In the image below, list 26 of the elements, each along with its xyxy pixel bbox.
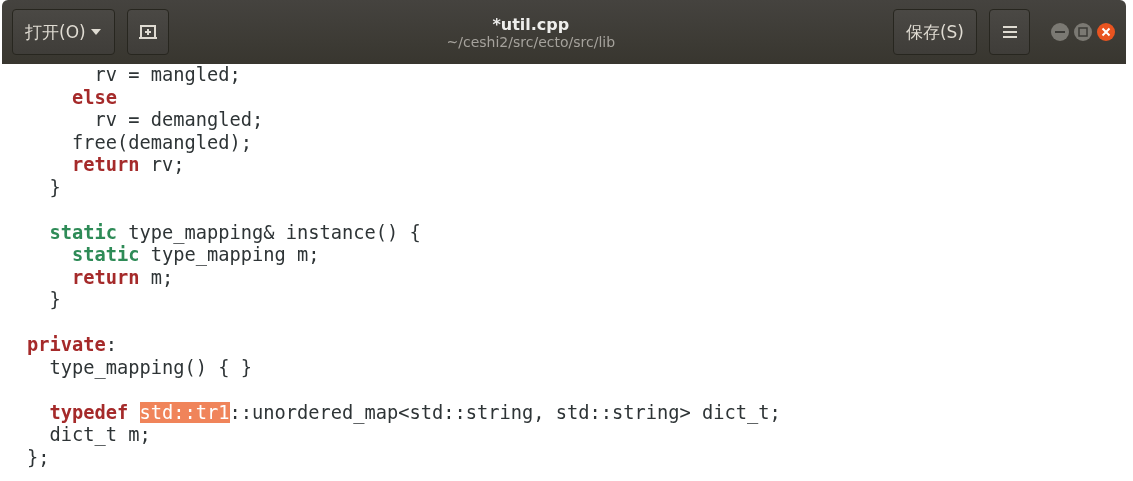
code-line: type_mapping() { }	[48, 356, 254, 379]
code-line: };	[27, 446, 51, 469]
code-line: typedef std::tr1::unordered_map<std::string, std::string> dict_t;	[48, 401, 782, 424]
code-line: private:	[27, 334, 119, 357]
code-line: else	[71, 86, 118, 109]
code-line: }	[48, 176, 62, 199]
code-line: }	[48, 289, 62, 312]
code-line: static type_mapping m;	[71, 244, 321, 267]
window-title: *util.cpp	[492, 14, 570, 34]
save-button[interactable]: 保存(S)	[892, 9, 977, 55]
code-line: return rv;	[71, 154, 186, 177]
open-button[interactable]: 打开(O)	[12, 9, 115, 55]
caret-icon	[89, 28, 102, 36]
menu-icon	[1002, 26, 1017, 38]
code-line: return m;	[71, 266, 175, 289]
file-path: ~/ceshi2/src/ecto/src/lib	[446, 33, 616, 50]
menu-button[interactable]	[989, 9, 1030, 55]
code-line: rv = mangled;	[93, 64, 242, 87]
minimize-icon[interactable]	[1050, 22, 1070, 42]
code-line: free(demangled);	[71, 131, 254, 154]
new-tab-button[interactable]	[126, 9, 169, 55]
code-line: rv = demangled;	[93, 109, 265, 132]
close-icon[interactable]	[1096, 22, 1116, 42]
code-line: static type_mapping& instance() {	[48, 221, 422, 244]
code-line: dict_t m;	[48, 424, 152, 447]
document-plus-icon	[137, 23, 158, 41]
